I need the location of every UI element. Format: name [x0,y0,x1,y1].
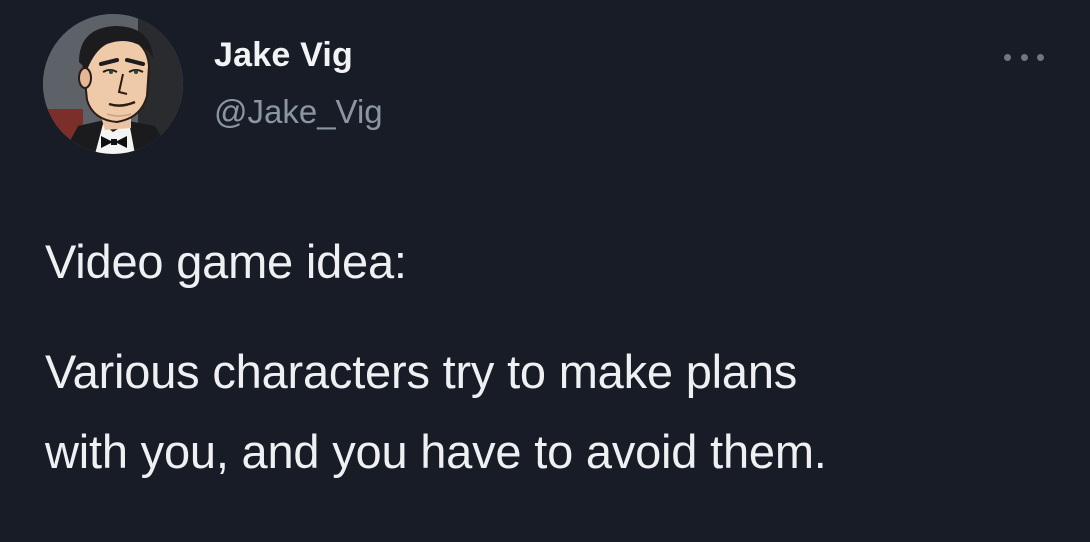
author-name[interactable]: Jake Vig [214,36,353,75]
author-handle[interactable]: @Jake_Vig [214,93,383,131]
cartoon-man-tuxedo-avatar-icon [43,14,183,154]
author-avatar[interactable] [43,14,183,154]
more-dot [1004,53,1011,61]
tweet-text-line: Various characters try to make plans [45,345,798,398]
tweet-text-line: with you, and you have to avoid them. [45,425,827,478]
more-dot [1037,53,1044,61]
tweet-text-line: Video game idea: [45,235,407,288]
tweet-card: Jake Vig @Jake_Vig Video game idea: Vari… [0,0,1090,542]
more-options-icon[interactable] [1004,48,1044,66]
more-dot [1020,53,1028,61]
